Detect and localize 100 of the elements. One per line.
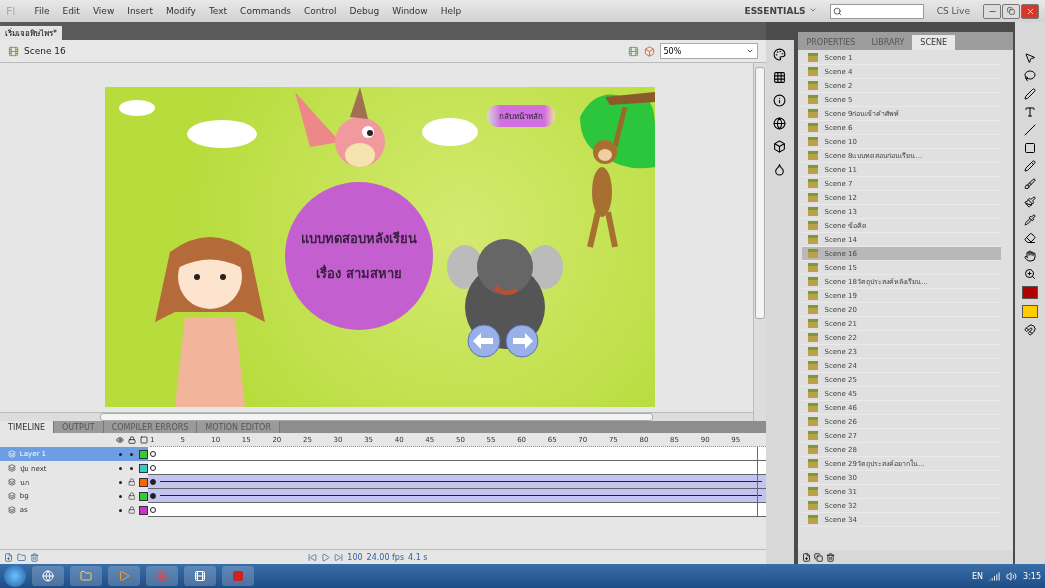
align-icon[interactable] [773,71,787,84]
scene-icon [808,473,819,482]
scene-icon [808,81,819,90]
back-home-button[interactable]: กลับหน้าหลัก [487,105,555,127]
eraser-tool-icon[interactable] [1024,232,1037,244]
duplicate-scene-icon[interactable] [814,552,824,562]
scene-icon [808,109,819,118]
snap-icon[interactable] [1024,324,1037,336]
menu-item[interactable]: Control [304,6,337,16]
eyedropper-tool-icon[interactable] [1024,214,1037,226]
search-field[interactable] [829,3,924,19]
minimize-button[interactable] [983,3,1001,19]
menu-item[interactable]: Debug [349,6,380,16]
play-icon[interactable] [321,552,331,562]
clock: 3:15 [1023,571,1041,581]
zoom-tool-icon[interactable] [1024,268,1037,280]
scene-icon [808,67,819,76]
scene-icon [808,151,819,160]
selection-tool-icon[interactable] [1024,52,1037,64]
language-indicator[interactable]: EN [972,571,984,581]
film-icon [194,570,206,582]
brush-tool-icon[interactable] [1024,178,1037,190]
start-button[interactable] [4,565,26,587]
workspace-dropdown[interactable]: ESSENTIALS [744,6,817,16]
next-arrow-button[interactable] [505,324,539,358]
scene-icon [808,207,819,216]
scene-icon [808,417,819,426]
scene-icon [808,333,819,342]
text-tool-icon[interactable] [1024,106,1037,118]
unlocked-dot[interactable] [130,466,134,470]
menu-item[interactable]: Edit [62,6,80,16]
menu-item[interactable]: Modify [166,6,196,16]
line-tool-icon[interactable] [1024,124,1037,136]
close-button[interactable] [1021,3,1039,19]
visibility-dot [119,452,123,456]
components-icon[interactable] [773,140,787,153]
new-folder-icon[interactable] [17,552,26,562]
color-panel-icon[interactable] [773,48,787,61]
visibility-dot [118,494,122,498]
cloud-drawing [420,115,480,147]
unlocked-dot[interactable] [130,452,134,456]
zoom-dropdown[interactable]: 50% [659,43,758,59]
pencil-tool-icon[interactable] [1024,160,1037,172]
add-scene-icon[interactable] [802,552,812,562]
horizontal-scrollbar[interactable] [0,412,753,421]
visibility-dot [118,508,122,512]
document-tab[interactable]: เริ่มเจอพิษไพร* [0,26,62,40]
previous-arrow-button[interactable] [467,324,501,358]
scene-icon [808,179,819,188]
menu-item[interactable]: Window [392,6,428,16]
search-icon [832,6,842,16]
delete-icon[interactable] [30,552,39,562]
scene-icon [808,375,819,384]
stroke-color-swatch[interactable] [1022,286,1039,299]
menu-item[interactable]: Help [440,6,462,16]
panel-tab[interactable]: SCENE [912,35,956,50]
delete-scene-icon[interactable] [826,552,836,562]
panel-tab[interactable]: TIMELINE [0,421,55,433]
scene-icon [808,347,819,356]
current-frame: 100 [347,552,363,562]
cs-live-button[interactable]: CS Live [936,6,970,16]
network-icon[interactable] [989,570,1001,582]
scene-icon [808,263,819,272]
edit-symbol-icon[interactable] [643,45,655,57]
new-layer-icon[interactable] [4,552,13,562]
layer-icon [8,450,16,458]
scene-icon [8,45,19,57]
lock-icon[interactable] [127,478,136,486]
menu-item[interactable]: View [92,6,115,16]
close-icon [1025,6,1035,16]
restore-button[interactable] [1002,3,1020,19]
square-icon [232,570,244,582]
menu-item[interactable]: Insert [127,6,154,16]
menu-item[interactable]: Text [208,6,228,16]
title-text: แบบทดสอบหลังเรียน [301,230,417,248]
last-frame-icon[interactable] [334,552,344,562]
globe-icon [156,570,168,582]
scene-icon [808,515,819,524]
menu-item[interactable]: File [34,6,50,16]
lock-icon[interactable] [127,492,136,500]
taskbar-app[interactable] [32,566,64,586]
hand-tool-icon[interactable] [1024,250,1037,262]
first-frame-icon[interactable] [308,552,318,562]
fill-color-swatch[interactable] [1022,305,1039,318]
menu-item[interactable]: Commands [240,6,292,16]
title-text: เรื่อง สามสหาย [316,263,402,283]
pen-tool-icon[interactable] [1024,88,1037,100]
lock-icon[interactable] [127,506,136,514]
scene-icon [808,277,819,286]
scene-icon [808,305,819,314]
lock-icon [128,436,136,444]
scene-icon [808,403,819,412]
volume-icon[interactable] [1006,570,1018,582]
scene-icon [808,487,819,496]
scene-icon [808,137,819,146]
vertical-scrollbar[interactable] [752,63,766,421]
lasso-tool-icon[interactable] [1024,70,1037,82]
info-icon[interactable] [773,94,787,107]
taskbar-app[interactable] [184,566,216,586]
rectangle-tool-icon[interactable] [1024,142,1037,154]
